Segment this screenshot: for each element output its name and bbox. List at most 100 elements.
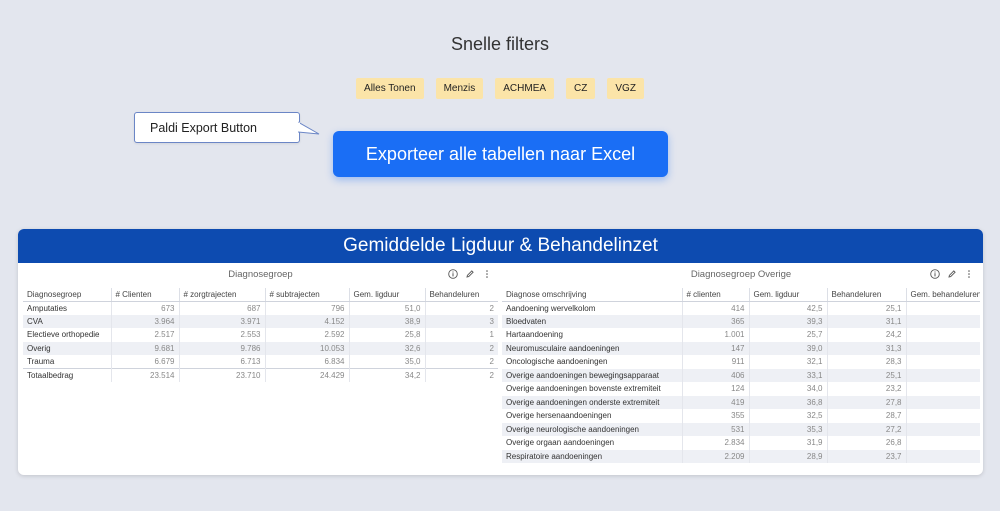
table-row: Overige neurologische aandoeningen 531 35,… <box>502 422 980 436</box>
col-header[interactable]: Gem. ligduur <box>348 288 425 302</box>
cell: 4.152 <box>264 314 349 328</box>
cell: Overige hersenaandoeningen <box>506 411 612 421</box>
cell: Overig <box>23 341 111 355</box>
cell: 10.053 <box>264 341 349 355</box>
chip-achmea[interactable]: ACHMEA <box>495 78 555 99</box>
cell: 26,8 <box>826 436 906 450</box>
cell: Respiratoire aandoeningen <box>502 449 682 463</box>
cell: 27,2 <box>826 422 906 436</box>
cell: Electieve orthopedie <box>27 330 100 340</box>
col-header[interactable]: Behandeluren <box>424 288 498 302</box>
chip-cz[interactable]: CZ <box>566 78 596 99</box>
cell: 39,0 <box>748 341 827 355</box>
cell: Aandoening wervelkolom <box>506 303 596 313</box>
cell: 42,5 <box>748 301 827 315</box>
cell: Bloedvaten <box>502 314 682 328</box>
cell: 25,1 <box>826 368 906 382</box>
total-row: Totaalbedrag 23.514 23.710 24.429 34,2 2 <box>23 368 498 382</box>
cell: 673 <box>110 301 179 315</box>
cell <box>905 341 980 355</box>
table-row: Overige hersenaandoeningen 355 32,5 28,7 <box>502 409 980 423</box>
export-excel-button[interactable]: Exporteer alle tabellen naar Excel <box>333 131 668 177</box>
cell: 23.710 <box>178 368 265 382</box>
cell <box>905 301 980 315</box>
cell: 9.786 <box>178 341 265 355</box>
widget-title-text: Diagnosegroep <box>228 269 293 280</box>
panel-title: Gemiddelde Ligduur & Behandelinzet <box>18 229 983 263</box>
filter-chips: Alles Tonen Menzis ACHMEA CZ VGZ <box>0 78 1000 99</box>
col-header[interactable]: Diagnose omschrijving <box>502 288 682 302</box>
cell: 32,1 <box>748 355 827 369</box>
cell: 796 <box>264 301 349 315</box>
cell: 3 <box>424 314 498 328</box>
info-icon[interactable] <box>929 268 940 279</box>
chip-menzis[interactable]: Menzis <box>435 78 484 99</box>
cell: 35,3 <box>748 422 827 436</box>
table-row: Amputaties 673 687 796 51,0 2 <box>23 301 498 315</box>
cell: 2.517 <box>110 328 179 342</box>
cell: Hartaandoening <box>506 330 563 340</box>
callout-label: Paldi Export Button <box>134 112 300 143</box>
cell: 124 <box>681 382 749 396</box>
cell: Overige aandoeningen onderste extremitei… <box>502 395 682 409</box>
cell: 31,3 <box>826 341 906 355</box>
col-header[interactable]: Behandeluren <box>826 288 906 302</box>
cell: 24.429 <box>264 368 349 382</box>
cell: 31,1 <box>826 314 906 328</box>
cell: Totaalbedrag <box>23 368 111 382</box>
widget-title-text: Diagnosegroep Overige <box>690 269 792 280</box>
table-row: CVA 3.964 3.971 4.152 38,9 3 <box>23 314 498 328</box>
cell <box>905 422 980 436</box>
chip-vgz[interactable]: VGZ <box>607 78 644 99</box>
cell: Overige aandoeningen bewegingsapparaat <box>502 368 682 382</box>
cell: 35,0 <box>348 355 425 369</box>
edit-icon[interactable] <box>946 268 957 279</box>
cell: 25,8 <box>348 328 425 342</box>
col-header[interactable]: # clienten <box>681 288 749 302</box>
cell: 1.001 <box>681 328 749 342</box>
table-header-row: Diagnosegroep # Clienten # zorgtrajecten… <box>23 288 498 302</box>
diagnosegroep-table: Diagnosegroep # Clienten # zorgtrajecten… <box>23 288 498 382</box>
cell: 531 <box>681 422 749 436</box>
cell: 9.681 <box>110 341 179 355</box>
diagnosegroep-overige-table: Diagnose omschrijving # clienten Gem. li… <box>502 288 980 463</box>
cell: 911 <box>681 355 749 369</box>
cell: 2.592 <box>264 328 349 342</box>
cell: 28,9 <box>748 449 827 463</box>
col-header[interactable]: Gem. ligduur <box>748 288 827 302</box>
col-header[interactable]: Gem. behandeluren <box>905 288 980 302</box>
chip-alles-tonen[interactable]: Alles Tonen <box>356 78 424 99</box>
cell: 3.971 <box>178 314 265 328</box>
col-header[interactable]: # subtrajecten <box>264 288 349 302</box>
cell: Overige aandoeningen bovenste extremitei… <box>506 384 661 394</box>
cell <box>905 314 980 328</box>
snelle-filters-title: Snelle filters <box>450 34 550 54</box>
table-header-row: Diagnose omschrijving # clienten Gem. li… <box>502 288 980 302</box>
cell <box>905 449 980 463</box>
cell: Overige orgaan aandoeningen <box>506 438 615 448</box>
cell <box>905 368 980 382</box>
col-header[interactable]: Diagnosegroep <box>23 288 111 302</box>
col-header[interactable]: # Clienten <box>110 288 179 302</box>
cell: 34,2 <box>348 368 425 382</box>
cell: 23.514 <box>110 368 179 382</box>
cell: 39,3 <box>748 314 827 328</box>
cell: 28,7 <box>826 409 906 423</box>
more-icon[interactable] <box>963 268 974 279</box>
table-row: Hartaandoening 1.001 25,7 24,2 <box>502 328 980 342</box>
cell: 6.713 <box>178 355 265 369</box>
more-icon[interactable] <box>481 268 492 279</box>
table-row: Overige aandoeningen bewegingsapparaat 40… <box>502 368 980 382</box>
cell: 2 <box>424 341 498 355</box>
col-header[interactable]: # zorgtrajecten <box>178 288 265 302</box>
cell: 51,0 <box>348 301 425 315</box>
callout-tail <box>298 121 320 135</box>
cell: 2.834 <box>681 436 749 450</box>
cell: Trauma <box>27 357 55 366</box>
edit-icon[interactable] <box>464 268 475 279</box>
cell: 2 <box>424 368 498 382</box>
info-icon[interactable] <box>447 268 458 279</box>
cell: CVA <box>23 314 111 328</box>
cell: 406 <box>681 368 749 382</box>
cell: 3.964 <box>110 314 179 328</box>
